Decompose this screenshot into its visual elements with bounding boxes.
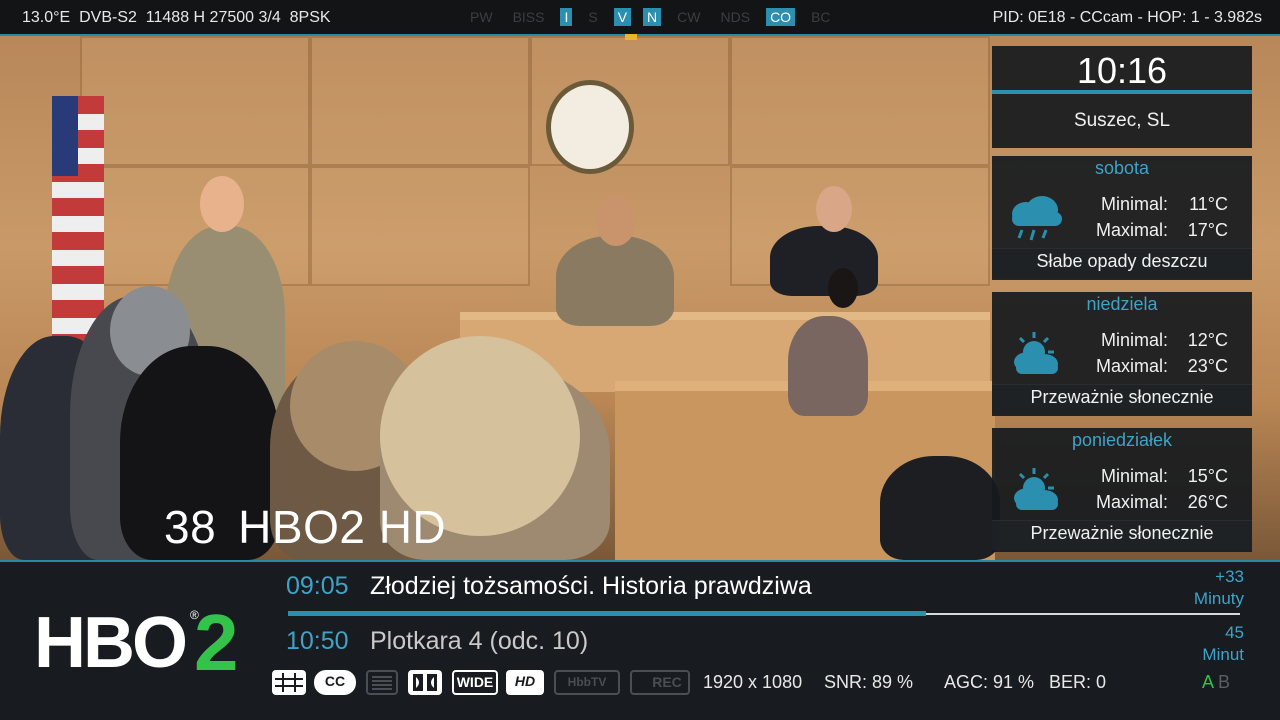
- weather-day-3: poniedziałek Minimal: 15°C Maximal: 26°C…: [992, 428, 1252, 552]
- max-temp: 23°C: [1187, 356, 1228, 376]
- channel-number: 38: [164, 501, 217, 553]
- pid-info: PID: 0E18 - CCcam - HOP: 1 - 3.982s: [992, 9, 1262, 26]
- ca-flag: CW: [677, 9, 701, 25]
- weather-description: Przeważnie słonecznie: [992, 520, 1252, 550]
- ber-value: BER: 0: [1049, 672, 1107, 692]
- event-progress-fill: [288, 611, 926, 616]
- max-temp: 17°C: [1187, 220, 1228, 240]
- clock: 10:16: [1076, 50, 1168, 91]
- min-temp: 11°C: [1189, 194, 1228, 214]
- top-info-bar: 13.0°E DVB-S2 11488 H 27500 3/4 8PSK PW …: [0, 0, 1280, 40]
- state-seal: [546, 80, 634, 174]
- weather-day-name: sobota: [1094, 158, 1150, 178]
- hbbtv-icon: HbbTV: [554, 670, 620, 695]
- weather-day-name: poniedziałek: [1071, 430, 1173, 450]
- ca-flag: CO: [766, 8, 796, 26]
- witness: [556, 236, 674, 326]
- smartcard-icon: [272, 670, 306, 695]
- channel-title: 38 HBO2 HD: [164, 500, 446, 554]
- ca-flags: PW BISS I S V N CW NDS CO BC: [466, 8, 847, 40]
- judge: [770, 226, 878, 296]
- clock-panel: 10:16 Suszec, SL: [992, 46, 1252, 148]
- weather-description: Słabe opady deszczu: [992, 248, 1252, 278]
- active-ca-marker: [625, 34, 637, 40]
- next-event-duration: 45 Minut: [1202, 622, 1244, 666]
- weather-day-name: niedziela: [1086, 294, 1158, 314]
- cc-icon: CC: [314, 670, 356, 695]
- rec-icon: REC: [630, 670, 690, 695]
- duration-value: 45: [1225, 623, 1244, 642]
- ca-flag: V: [613, 8, 632, 26]
- remaining-value: +33: [1215, 567, 1244, 586]
- clerk: [788, 316, 868, 416]
- event-progress-bar: [288, 611, 1240, 616]
- min-label: Minimal:: [1100, 466, 1168, 486]
- sun-cloud-icon: [1014, 468, 1058, 510]
- ca-flag: BC: [811, 9, 831, 25]
- min-temp: 12°C: [1187, 330, 1228, 350]
- logo-number: 2: [194, 598, 239, 687]
- duration-unit: Minut: [1202, 645, 1244, 664]
- max-label: Maximal:: [1095, 220, 1168, 240]
- wide-icon: WIDE: [452, 670, 498, 695]
- audio-track-a: A: [1202, 672, 1215, 692]
- ca-flag: NDS: [720, 9, 751, 25]
- ca-flag: S: [588, 9, 598, 25]
- channel-logo: HBO ® 2: [34, 598, 254, 687]
- teletext-icon: [366, 670, 398, 695]
- min-temp: 15°C: [1187, 466, 1228, 486]
- delivery-system: DVB-S2: [79, 9, 137, 26]
- max-label: Maximal:: [1095, 356, 1168, 376]
- weather-day-2: niedziela Minimal: 12°C Maximal: 23°C Pr…: [992, 292, 1252, 416]
- ca-flag: I: [560, 8, 573, 26]
- weather-description: Przeważnie słonecznie: [992, 384, 1252, 414]
- clock-divider: [992, 90, 1252, 94]
- now-event-remaining: +33 Minuty: [1194, 566, 1244, 610]
- transponder-info: 13.0°E DVB-S2 11488 H 27500 3/4 8PSK: [22, 9, 331, 27]
- ca-flag: BISS: [512, 9, 545, 25]
- next-event-title: Plotkara 4 (odc. 10): [370, 627, 589, 655]
- ca-flag: N: [643, 8, 662, 26]
- next-event-time: 10:50: [286, 627, 349, 655]
- audio-track-b: B: [1218, 672, 1231, 692]
- max-label: Maximal:: [1095, 492, 1168, 512]
- ca-flag: PW: [470, 9, 493, 25]
- now-event-time: 09:05: [286, 572, 349, 600]
- channel-name: HBO2 HD: [238, 501, 447, 553]
- rain-cloud-icon: [1012, 196, 1062, 241]
- weather-location: Suszec, SL: [1073, 110, 1171, 131]
- weather-day-1: sobota Minimal: 11°C Maximal: 17°C Słabe…: [992, 156, 1252, 280]
- remaining-unit: Minuty: [1193, 589, 1244, 608]
- now-event-title: Złodziej tożsamości. Historia prawdziwa: [370, 572, 812, 600]
- dolby-icon: [408, 670, 442, 695]
- agc-value: AGC: 91 %: [944, 672, 1035, 692]
- logo-text: HBO: [34, 603, 188, 683]
- min-label: Minimal:: [1100, 194, 1168, 214]
- transponder-params: 11488 H 27500 3/4: [145, 9, 281, 26]
- video-resolution: 1920 x 1080: [703, 672, 803, 692]
- min-label: Minimal:: [1100, 330, 1168, 350]
- snr-value: SNR: 89 %: [824, 672, 914, 692]
- sun-cloud-icon: [1014, 332, 1058, 374]
- max-temp: 26°C: [1187, 492, 1228, 512]
- satellite-position: 13.0°E: [22, 9, 71, 26]
- channel-infobar: HBO ® 2 09:05 Złodziej tożsamości. Histo…: [0, 560, 1280, 720]
- hd-icon: HD: [506, 670, 544, 695]
- modulation: 8PSK: [289, 9, 331, 26]
